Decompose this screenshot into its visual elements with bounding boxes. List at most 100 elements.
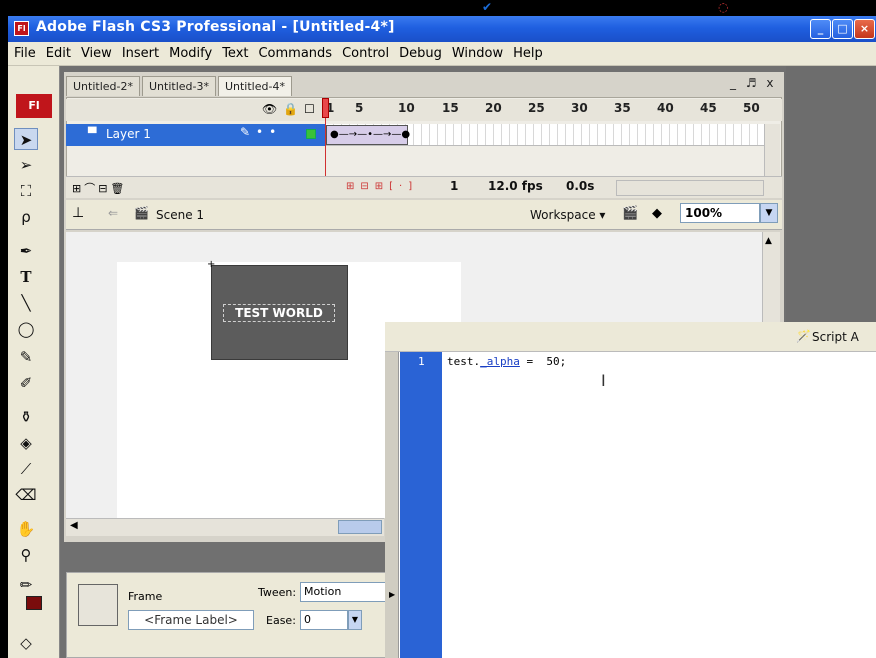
- zoom-tool-icon[interactable]: ⚲: [14, 544, 38, 566]
- maximize-button[interactable]: □: [832, 19, 853, 39]
- frame-properties-icon: [78, 584, 118, 626]
- frame-number: 40: [657, 101, 674, 115]
- code-property: _alpha: [480, 355, 520, 368]
- insert-target-icon[interactable]: ⊕: [458, 0, 468, 14]
- playhead[interactable]: [322, 98, 329, 176]
- collapse-between-braces-icon[interactable]: ⁅: [596, 0, 601, 14]
- menu-file[interactable]: File: [12, 46, 44, 61]
- tab-untitled-4[interactable]: Untitled-4*: [217, 76, 292, 96]
- splitter-arrow-icon[interactable]: ▶: [389, 590, 395, 599]
- menu-edit[interactable]: Edit: [44, 46, 79, 61]
- text-cursor-icon: I: [601, 371, 606, 390]
- close-button[interactable]: ×: [854, 19, 875, 39]
- brush-tool-icon[interactable]: ✐: [14, 372, 38, 394]
- menu-help[interactable]: Help: [511, 46, 551, 61]
- menu-text[interactable]: Text: [220, 46, 256, 61]
- minimize-button[interactable]: _: [810, 19, 831, 39]
- text-tool-icon[interactable]: T: [14, 266, 38, 288]
- tween-arrow: ●—→—•—→—●: [330, 129, 411, 140]
- zoom-input[interactable]: 100%: [680, 203, 760, 223]
- line-number-gutter: [400, 352, 442, 658]
- stroke-color-icon[interactable]: ✏: [14, 574, 38, 596]
- back-arrow-icon[interactable]: ⇐: [108, 206, 118, 220]
- auto-format-icon[interactable]: ≣: [506, 0, 516, 14]
- scroll-up-icon[interactable]: ▲: [765, 236, 772, 246]
- line-tool-icon[interactable]: ╲: [14, 292, 38, 314]
- workspace-button[interactable]: Workspace ▾: [530, 208, 605, 222]
- edit-scene-icon[interactable]: 🎬: [622, 206, 638, 221]
- document-window-controls[interactable]: _ ♬ x: [730, 76, 777, 90]
- script-editor[interactable]: test._alpha = 50;: [447, 355, 566, 368]
- eyedropper-tool-icon[interactable]: ⟋: [14, 458, 38, 480]
- oval-tool-icon[interactable]: ◯: [14, 318, 38, 340]
- show-hide-toolbox-icon[interactable]: ⊞: [744, 0, 754, 14]
- debug-options-icon[interactable]: ℓ: [564, 0, 569, 14]
- scene-name[interactable]: Scene 1: [156, 208, 204, 222]
- layer-buttons-icons[interactable]: ⊞⌒⊟🗑: [72, 180, 127, 196]
- frame-label-input[interactable]: <Frame Label>: [128, 610, 254, 630]
- fill-color-swatch[interactable]: [26, 596, 42, 610]
- frame-number: 15: [442, 101, 459, 115]
- code-rest: = 50;: [519, 355, 567, 368]
- menu-insert[interactable]: Insert: [120, 46, 167, 61]
- tab-untitled-2[interactable]: Untitled-2*: [66, 76, 140, 96]
- script-assist-icon: 🪄: [796, 329, 811, 343]
- find-icon[interactable]: ⚲: [433, 0, 442, 14]
- code-hint-icon[interactable]: ⊡: [540, 0, 550, 14]
- apply-line-comment-icon[interactable]: ◌: [694, 0, 704, 14]
- menu-view[interactable]: View: [79, 46, 120, 61]
- dynamic-text-field[interactable]: TEST WORLD: [223, 304, 335, 322]
- ease-dropdown-icon[interactable]: ▼: [348, 610, 362, 630]
- pen-tool-icon[interactable]: ✒: [14, 240, 38, 262]
- zoom-dropdown-icon[interactable]: ▼: [760, 203, 778, 223]
- lasso-tool-icon[interactable]: ρ: [14, 206, 38, 228]
- current-frame: 1: [450, 179, 459, 193]
- menu-control[interactable]: Control: [340, 46, 397, 61]
- edit-symbol-icon[interactable]: ◆: [652, 206, 662, 221]
- layer-outline-color[interactable]: [306, 129, 316, 139]
- scroll-left-icon[interactable]: ◀: [70, 520, 78, 531]
- collapse-selection-icon[interactable]: ⊓: [620, 0, 629, 14]
- pencil-tool-icon[interactable]: ✎: [14, 346, 38, 368]
- fill-bucket-icon[interactable]: ◇: [14, 632, 38, 654]
- remove-comment-icon[interactable]: ◌: [718, 0, 728, 14]
- subselection-tool-icon[interactable]: ➢: [14, 154, 38, 176]
- layer-visibility-icons[interactable]: 👁🔒☐: [262, 102, 321, 116]
- menu-debug[interactable]: Debug: [397, 46, 450, 61]
- onion-skin-icons[interactable]: ⊞⊟⊞[·]: [346, 181, 418, 192]
- script-assist-button[interactable]: Script A: [812, 330, 859, 344]
- selection-tool-icon[interactable]: ➤: [14, 128, 38, 150]
- add-statement-icon[interactable]: ✚: [409, 0, 419, 14]
- stage-horizontal-scrollbar[interactable]: [66, 518, 384, 536]
- layer-state-icons[interactable]: ✎••: [240, 125, 282, 139]
- menu-modify[interactable]: Modify: [167, 46, 220, 61]
- eraser-tool-icon[interactable]: ⌫: [14, 484, 38, 506]
- paint-bucket-tool-icon[interactable]: ◈: [14, 432, 38, 454]
- ease-label: Ease:: [266, 614, 296, 627]
- menu-window[interactable]: Window: [450, 46, 511, 61]
- ink-bottle-tool-icon[interactable]: ⚱: [14, 406, 38, 428]
- expand-all-icon[interactable]: ✱: [644, 0, 654, 14]
- actions-panel: [385, 322, 876, 658]
- code-object: test.: [447, 355, 481, 368]
- panel-splitter[interactable]: [385, 352, 399, 658]
- window-title-bar[interactable]: Fl Adobe Flash CS3 Professional - [Untit…: [8, 16, 876, 42]
- frame-rate: 12.0 fps: [488, 179, 543, 193]
- scrollbar-thumb[interactable]: [338, 520, 382, 534]
- frame-number: 25: [528, 101, 545, 115]
- timeline-toggle-icon[interactable]: ⊥: [72, 205, 84, 221]
- timeline-horizontal-scrollbar[interactable]: [616, 180, 764, 196]
- menu-commands[interactable]: Commands: [256, 46, 340, 61]
- tween-select[interactable]: Motion: [300, 582, 386, 602]
- check-syntax-icon[interactable]: ✔: [482, 0, 492, 14]
- ease-input[interactable]: 0: [300, 610, 348, 630]
- timeline-vertical-scrollbar[interactable]: [764, 124, 780, 178]
- elapsed-time: 0.0s: [566, 179, 595, 193]
- registration-point-icon: +: [207, 259, 216, 270]
- tab-untitled-3[interactable]: Untitled-3*: [141, 76, 216, 96]
- layer-name[interactable]: Layer 1: [106, 127, 151, 141]
- hand-tool-icon[interactable]: ✋: [14, 518, 38, 540]
- layer-row[interactable]: [66, 124, 326, 146]
- apply-block-comment-icon[interactable]: ◌: [670, 0, 680, 14]
- free-transform-tool-icon[interactable]: ⛶: [14, 180, 38, 202]
